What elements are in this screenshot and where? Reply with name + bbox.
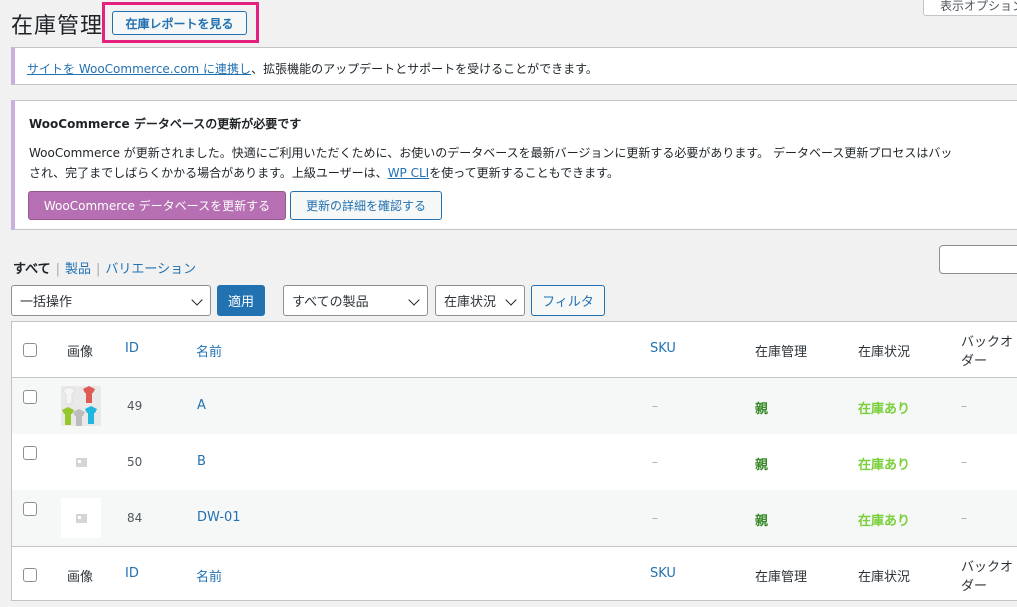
chevron-down-icon xyxy=(408,294,420,306)
table-row: 49 A – 親 在庫あり – xyxy=(12,378,1017,434)
row-stock-management: 親 xyxy=(755,514,769,529)
row-stock-management: 親 xyxy=(755,458,769,473)
view-filter-links: すべて | 製品 | バリエーション xyxy=(13,258,196,277)
row-sku: – xyxy=(652,455,658,469)
row-name-link[interactable]: DW-01 xyxy=(197,510,241,525)
row-name-link[interactable]: B xyxy=(197,454,206,469)
row-stock-status: 在庫あり xyxy=(858,402,911,417)
table-header-row: 画像 ID 名前 SKU 在庫管理 在庫状況 バックオ ダー xyxy=(12,322,1017,378)
db-update-text-2-post: を使って更新することもできます。 xyxy=(429,166,619,180)
column-footer-backorder-2: ダー xyxy=(961,579,988,594)
column-footer-stock-status: 在庫状況 xyxy=(858,570,911,585)
select-all-checkbox-footer[interactable] xyxy=(23,568,37,582)
column-footer-stock-management: 在庫管理 xyxy=(755,570,808,585)
table-footer-row: 画像 ID 名前 SKU 在庫管理 在庫状況 バックオ ダー xyxy=(12,546,1017,602)
view-variations[interactable]: バリエーション xyxy=(105,262,196,277)
view-products[interactable]: 製品 xyxy=(65,262,91,277)
view-all[interactable]: すべて xyxy=(13,262,51,277)
row-stock-status: 在庫あり xyxy=(858,458,911,473)
product-type-select[interactable]: すべての製品 xyxy=(283,285,428,316)
product-type-value: すべての製品 xyxy=(292,295,369,310)
connect-notice: サイトを WooCommerce.com に連携し、拡張機能のアップデートとサポ… xyxy=(11,47,1017,85)
stock-status-select[interactable]: 在庫状況 xyxy=(435,285,525,316)
select-all-checkbox[interactable] xyxy=(23,343,37,357)
chevron-down-icon xyxy=(505,294,517,306)
wp-cli-link[interactable]: WP CLI xyxy=(388,166,430,180)
column-header-sku[interactable]: SKU xyxy=(650,341,676,356)
row-id: 84 xyxy=(127,511,143,525)
db-update-title: WooCommerce データベースの更新が必要です xyxy=(29,117,302,131)
image-placeholder-icon xyxy=(75,457,87,467)
row-backorder: – xyxy=(961,399,967,413)
products-table: 画像 ID 名前 SKU 在庫管理 在庫状況 バックオ ダー 49 A – 親 … xyxy=(11,321,1017,601)
column-header-backorder: バックオ xyxy=(961,335,1014,350)
table-row: 50 B – 親 在庫あり – xyxy=(12,434,1017,490)
db-update-text-2: され、完了までしばらくかかる場合があります。上級ユーザーは、WP CLIを使って… xyxy=(29,164,619,181)
image-placeholder-icon xyxy=(75,513,87,523)
view-separator: | xyxy=(55,262,60,277)
view-separator: | xyxy=(95,262,101,277)
row-checkbox[interactable] xyxy=(23,446,37,460)
row-checkbox[interactable] xyxy=(23,502,37,516)
update-database-button[interactable]: WooCommerce データベースを更新する xyxy=(28,191,286,220)
column-footer-image: 画像 xyxy=(67,570,94,585)
apply-button[interactable]: 適用 xyxy=(217,285,265,316)
connect-link[interactable]: サイトを WooCommerce.com に連携し xyxy=(27,62,251,76)
connect-notice-text: 、拡張機能のアップデートとサポートを受けることができます。 xyxy=(251,62,598,76)
row-checkbox[interactable] xyxy=(23,390,37,404)
row-id: 50 xyxy=(127,455,143,469)
column-footer-sku[interactable]: SKU xyxy=(650,566,676,581)
row-stock-status: 在庫あり xyxy=(858,514,911,529)
column-header-id[interactable]: ID xyxy=(125,341,139,356)
row-backorder: – xyxy=(961,455,967,469)
bulk-action-value: 一括操作 xyxy=(20,295,73,310)
screen-options-button[interactable]: 表示オプション xyxy=(923,0,1017,16)
page-title: 在庫管理 xyxy=(11,14,104,39)
search-input[interactable] xyxy=(939,245,1017,274)
row-backorder: – xyxy=(961,511,967,525)
row-name-link[interactable]: A xyxy=(197,398,206,413)
db-update-notice: WooCommerce データベースの更新が必要です WooCommerce が… xyxy=(11,100,1017,230)
placeholder-image[interactable] xyxy=(61,442,101,482)
t-shirts-thumbnail[interactable] xyxy=(61,386,101,426)
column-header-backorder-2: ダー xyxy=(961,354,988,369)
column-header-stock-management: 在庫管理 xyxy=(755,345,808,360)
table-row: 84 DW-01 – 親 在庫あり – xyxy=(12,490,1017,546)
stock-status-value: 在庫状況 xyxy=(444,295,497,310)
row-sku: – xyxy=(652,399,658,413)
row-id: 49 xyxy=(127,399,143,413)
db-update-text-2-pre: され、完了までしばらくかかる場合があります。上級ユーザーは、 xyxy=(29,166,388,180)
update-details-button[interactable]: 更新の詳細を確認する xyxy=(290,191,442,220)
chevron-down-icon xyxy=(191,294,203,306)
view-stock-report-button[interactable]: 在庫レポートを見る xyxy=(112,11,247,35)
placeholder-image[interactable] xyxy=(61,498,101,538)
column-footer-name[interactable]: 名前 xyxy=(196,566,222,585)
row-stock-management: 親 xyxy=(755,402,769,417)
column-header-stock-status: 在庫状況 xyxy=(858,345,911,360)
db-update-text-1: WooCommerce が更新されました。快適にご利用いただくために、お使いのデ… xyxy=(29,146,953,160)
column-footer-backorder: バックオ xyxy=(961,560,1014,575)
bulk-action-select[interactable]: 一括操作 xyxy=(11,285,211,316)
column-header-name[interactable]: 名前 xyxy=(196,341,222,360)
column-header-image: 画像 xyxy=(67,345,94,360)
filter-button[interactable]: フィルタ xyxy=(531,285,605,316)
column-footer-id[interactable]: ID xyxy=(125,566,139,581)
row-sku: – xyxy=(652,511,658,525)
